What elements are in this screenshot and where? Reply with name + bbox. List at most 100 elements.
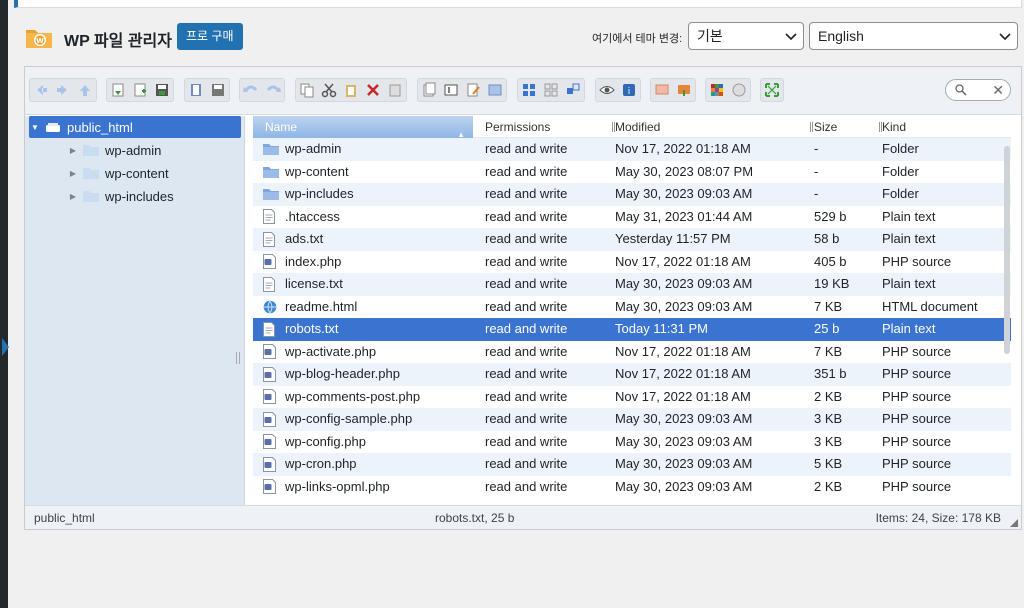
file-size: - — [814, 186, 819, 201]
compress-button[interactable] — [673, 79, 695, 101]
file-icon — [263, 476, 281, 499]
table-row[interactable]: wp-activate.php read and write Nov 17, 202… — [253, 341, 1011, 364]
file-icon — [263, 161, 281, 184]
table-row[interactable]: license.txt read and write May 30, 2023 09… — [253, 273, 1011, 296]
cut-button[interactable] — [318, 79, 340, 101]
status-summary: Items: 24, Size: 178 KB — [875, 511, 1001, 525]
file-name: .htaccess — [285, 208, 340, 224]
toolbar-group-navigation — [29, 78, 97, 102]
resize-grip-icon[interactable] — [1010, 519, 1018, 527]
theme-select[interactable]: 기본 — [688, 22, 804, 50]
table-row[interactable]: robots.txt read and write Today 11:31 PM 25… — [253, 318, 1011, 341]
table-row[interactable]: wp-config-sample.php read and write May 30… — [253, 408, 1011, 431]
new-file-button[interactable] — [129, 79, 151, 101]
extract-button[interactable] — [651, 79, 673, 101]
column-header-modified[interactable]: Modified — [615, 116, 813, 138]
copy-button[interactable] — [185, 79, 207, 101]
rename-button[interactable] — [440, 79, 462, 101]
fullscreen-button[interactable] — [761, 79, 783, 101]
column-header-permissions[interactable]: Permissions — [485, 116, 615, 138]
fullscreen-icon — [765, 83, 779, 97]
file-permissions: read and write — [485, 433, 568, 449]
table-row[interactable]: wp-blog-header.php read and write Nov 17, … — [253, 363, 1011, 386]
file-modified: May 30, 2023 09:03 AM — [615, 456, 753, 471]
tree-item-wp-includes[interactable]: ▶ wp-includes — [67, 185, 174, 207]
parent-folder-button[interactable] — [74, 79, 96, 101]
language-select-value: English — [818, 28, 864, 44]
column-header-name[interactable]: Name ▲ — [253, 116, 473, 139]
delete-button[interactable] — [362, 79, 384, 101]
redo-button[interactable] — [262, 79, 284, 101]
collapsed-arrow-icon[interactable]: ▶ — [67, 192, 79, 201]
column-resize-handle[interactable] — [810, 122, 813, 132]
table-row[interactable]: wp-links-opml.php read and write May 30, 2… — [253, 476, 1011, 499]
table-row[interactable]: .htaccess read and write May 31, 2023 01:4… — [253, 206, 1011, 229]
file-kind: PHP source — [882, 433, 952, 449]
list-view-button[interactable] — [540, 79, 562, 101]
back-button[interactable] — [30, 79, 52, 101]
table-row[interactable]: wp-comments-post.php read and write Nov 17… — [253, 386, 1011, 409]
language-select[interactable]: English — [809, 22, 1018, 50]
file-modified: May 31, 2023 01:44 AM — [615, 208, 753, 224]
copy-file-button[interactable] — [296, 79, 318, 101]
file-icon — [263, 318, 281, 341]
about-button[interactable] — [728, 79, 750, 101]
forward-button[interactable] — [52, 79, 74, 101]
php-file-icon — [263, 389, 276, 405]
duplicate-button[interactable] — [418, 79, 440, 101]
places-button[interactable] — [706, 79, 728, 101]
plugin-header: W WP 파일 관리자 프로 구매 여기에서 테마 변경: 기본 English — [24, 22, 1018, 52]
undo-button[interactable] — [240, 79, 262, 101]
svg-text:i: i — [628, 87, 631, 97]
buy-pro-button[interactable]: 프로 구매 — [177, 23, 243, 50]
tree-item-label: wp-content — [105, 165, 169, 181]
table-row[interactable]: wp-cron.php read and write May 30, 2023 09… — [253, 453, 1011, 476]
table-row[interactable]: wp-config.php read and write May 30, 2023 … — [253, 431, 1011, 454]
table-row[interactable]: ads.txt read and write Yesterday 11:57 PM 5… — [253, 228, 1011, 251]
tree-item-wp-admin[interactable]: ▶ wp-admin — [67, 139, 161, 161]
open-button[interactable] — [107, 79, 129, 101]
tree-item-public-html[interactable]: ▼ public_html — [29, 116, 241, 138]
clear-search-icon[interactable]: ✕ — [992, 81, 1004, 99]
preview-button[interactable] — [596, 79, 618, 101]
table-row[interactable]: wp-admin read and write Nov 17, 2022 01:18… — [253, 138, 1011, 161]
php-file-icon — [263, 366, 276, 382]
table-row[interactable]: readme.html read and write May 30, 2023 09… — [253, 296, 1011, 319]
file-icon — [263, 206, 281, 229]
toolbar-group-tools — [417, 78, 507, 102]
table-row[interactable]: wp-includes read and write May 30, 2023 09… — [253, 183, 1011, 206]
pane-resize-handle[interactable] — [236, 352, 240, 364]
scrollbar-thumb[interactable] — [1004, 146, 1010, 354]
info-button[interactable]: i — [618, 79, 640, 101]
collapsed-arrow-icon[interactable]: ▶ — [67, 146, 79, 155]
column-header-kind[interactable]: Kind — [882, 116, 1002, 138]
small-grid-icon — [544, 83, 558, 97]
empty-button[interactable] — [384, 79, 406, 101]
expand-arrow-icon[interactable]: ▼ — [29, 123, 41, 132]
disk-icon — [212, 84, 224, 96]
sort-button[interactable] — [562, 79, 584, 101]
edit-button[interactable] — [462, 79, 484, 101]
file-kind: PHP source — [882, 388, 952, 404]
table-row[interactable]: wp-content read and write May 30, 2023 08:… — [253, 161, 1011, 184]
file-manager-panel: i ✕ ▼ public_html ▶ wp-admin ▶ wp-conten… — [24, 66, 1022, 530]
scissors-icon — [321, 83, 337, 98]
paste-button[interactable] — [340, 79, 362, 101]
file-permissions: read and write — [485, 231, 568, 246]
vertical-scrollbar[interactable] — [1003, 138, 1011, 498]
save-button[interactable] — [151, 79, 173, 101]
file-icon — [263, 251, 281, 274]
resize-button[interactable] — [484, 79, 506, 101]
file-kind: Plain text — [882, 321, 936, 336]
file-icon — [263, 138, 281, 161]
icons-view-button[interactable] — [518, 79, 540, 101]
toolbar-group-layout — [517, 78, 585, 102]
file-name: wp-includes — [285, 186, 354, 201]
column-header-size[interactable]: Size — [814, 116, 882, 138]
tree-item-wp-content[interactable]: ▶ wp-content — [67, 162, 169, 184]
search-input[interactable]: ✕ — [945, 79, 1011, 101]
table-row[interactable]: index.php read and write Nov 17, 2022 01:1… — [253, 251, 1011, 274]
file-size: 19 KB — [814, 276, 850, 291]
collapsed-arrow-icon[interactable]: ▶ — [67, 169, 79, 178]
archive-button[interactable] — [207, 79, 229, 101]
